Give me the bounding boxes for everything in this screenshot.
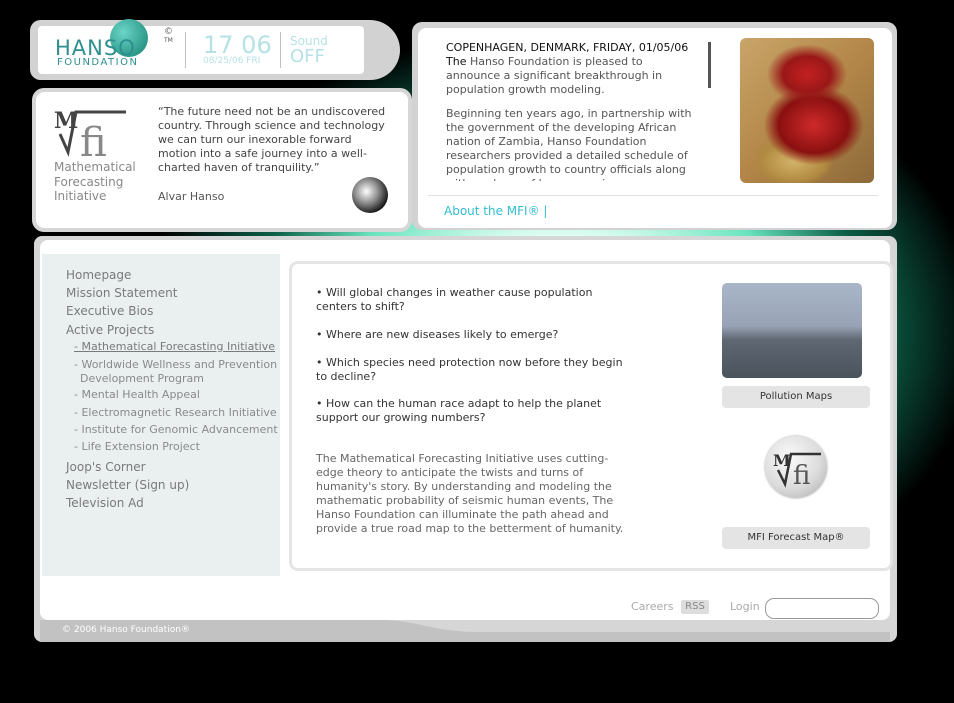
nav-sub-electromagnetic[interactable]: - Electromagnetic Research Initiative: [74, 406, 277, 420]
nav-newsletter[interactable]: Newsletter (Sign up): [66, 478, 189, 492]
nav-homepage[interactable]: Homepage: [66, 268, 131, 282]
nav-joops-corner[interactable]: Joop's Corner: [66, 460, 146, 474]
nav-television-ad[interactable]: Television Ad: [66, 496, 144, 510]
nav-sub-wellness-cont[interactable]: Development Program: [80, 372, 204, 386]
header-divider: [185, 32, 186, 68]
news-divider: [428, 195, 878, 196]
news-paragraph: Hanso Foundation is pleased to announce …: [446, 55, 663, 96]
trademark-mark: TM: [164, 37, 173, 44]
pollution-photo[interactable]: [722, 283, 862, 378]
login-input[interactable]: [765, 598, 879, 619]
quote-author: Alvar Hanso: [158, 190, 225, 203]
question-item: • How can the human race adapt to help t…: [316, 397, 602, 424]
careers-link[interactable]: Careers: [631, 600, 674, 613]
svg-text:fi: fi: [793, 461, 810, 491]
nav-sub-mfi[interactable]: - Mathematical Forecasting Initiative: [74, 340, 275, 354]
news-photo: [740, 38, 874, 183]
question-item: • Where are new diseases likely to emerg…: [316, 328, 559, 341]
mfi-name: Mathematical Forecasting Initiative: [54, 160, 144, 204]
question-item: • Which species need protection now befo…: [316, 356, 623, 383]
footer-copyright: © 2006 Hanso Foundation®: [62, 625, 190, 635]
nav-sub-mental-health[interactable]: - Mental Health Appeal: [74, 388, 200, 402]
mfi-round-logo-icon[interactable]: M fi: [765, 436, 827, 498]
header-divider: [280, 32, 281, 68]
nav-sub-genomic[interactable]: - Institute for Genomic Advancement: [74, 423, 278, 437]
copyright-mark: ©: [164, 27, 173, 37]
mfi-name-line: Forecasting: [54, 174, 124, 189]
globe-icon: [352, 177, 388, 213]
mfi-name-line: Mathematical: [54, 160, 136, 174]
nav-mission-statement[interactable]: Mission Statement: [66, 286, 177, 300]
nav-executive-bios[interactable]: Executive Bios: [66, 304, 153, 318]
forecast-map-button[interactable]: MFI Forecast Map®: [722, 527, 870, 549]
news-paragraph: Beginning ten years ago, in partnership …: [446, 107, 692, 181]
question-item: • Will global changes in weather cause p…: [316, 286, 593, 313]
news-scrollbar[interactable]: [708, 42, 711, 88]
logo-subtext: FOUNDATION: [57, 57, 139, 68]
mfi-logo-icon: M fi: [54, 108, 126, 158]
nav-sub-life-extension[interactable]: - Life Extension Project: [74, 440, 200, 454]
rss-button[interactable]: RSS: [681, 600, 709, 614]
mfi-description: The Mathematical Forecasting Initiative …: [316, 452, 624, 535]
clock-time: 17 06: [203, 31, 272, 59]
svg-text:fi: fi: [80, 120, 107, 158]
sound-toggle[interactable]: OFF: [290, 46, 325, 67]
login-label: Login: [730, 600, 760, 613]
mfi-name-line: Initiative: [54, 189, 107, 203]
founder-quote: “The future need not be an undiscovered …: [158, 105, 386, 174]
nav-sub-wellness[interactable]: - Worldwide Wellness and Prevention: [74, 358, 277, 372]
clock-date: 08/25/06 FRI: [203, 56, 261, 66]
pollution-maps-button[interactable]: Pollution Maps: [722, 386, 870, 408]
mfi-round-logo-glyph: M fi: [773, 451, 821, 491]
about-mfi-link[interactable]: About the MFI® |: [444, 204, 547, 218]
news-article[interactable]: COPENHAGEN, DENMARK, FRIDAY, 01/05/06 Th…: [446, 41, 700, 181]
nav-active-projects[interactable]: Active Projects: [66, 323, 154, 337]
